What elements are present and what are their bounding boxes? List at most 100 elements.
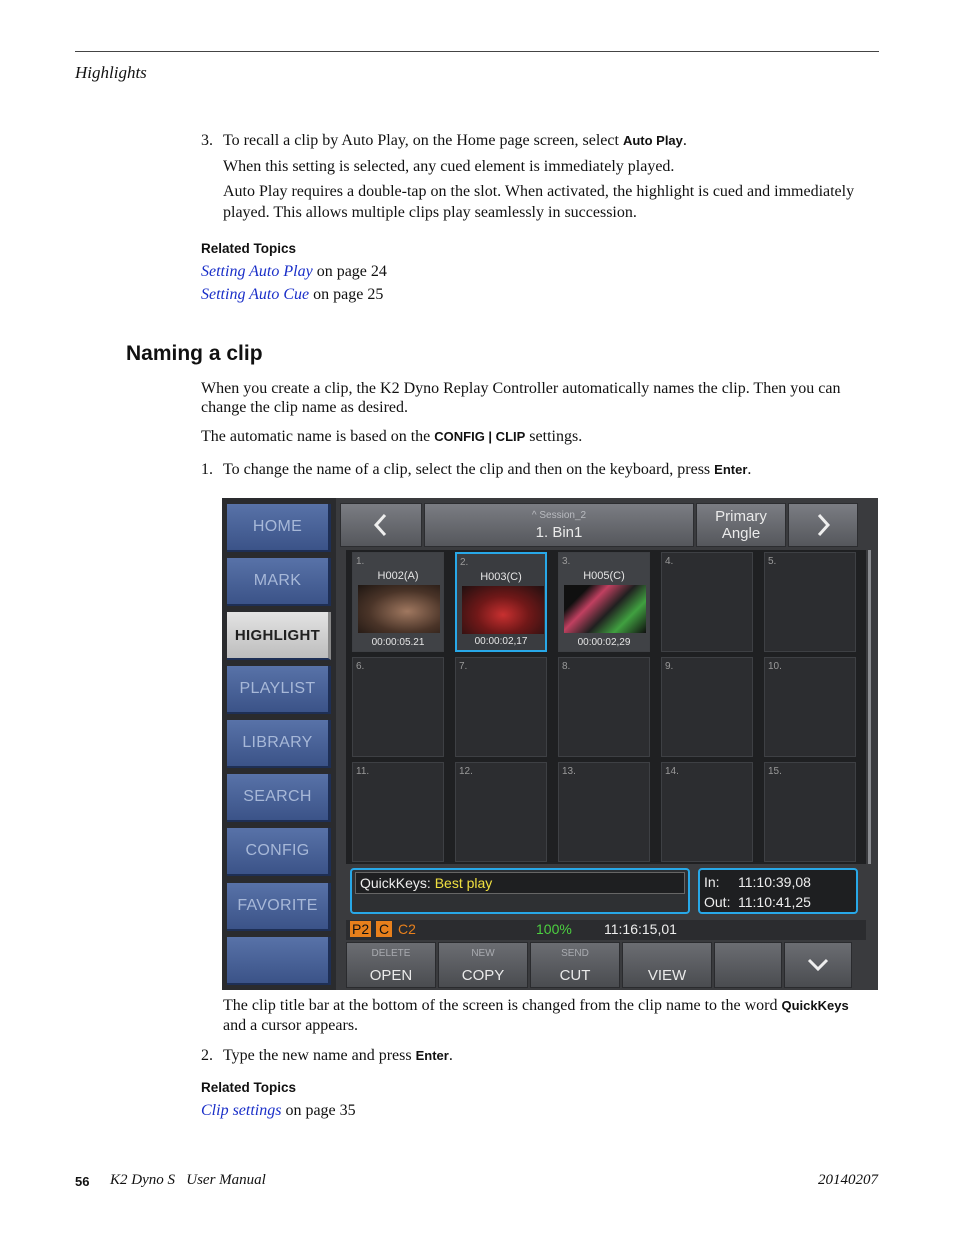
footer-title: K2 Dyno S User Manual [110,1172,266,1188]
grid-scrollbar[interactable] [868,550,871,864]
bin-title-button[interactable]: ^ Session_2 1. Bin1 [424,503,694,547]
button-label: CUT [559,967,591,984]
clip-slot-5[interactable]: 5. [764,552,856,652]
step-3-text-pre: To recall a clip by Auto Play, on the Ho… [223,132,623,149]
in-timecode: 11:10:39,08 [738,874,811,890]
next-bin-button[interactable] [788,503,858,547]
out-label: Out: [704,894,731,910]
intro-p2-post: settings. [525,428,583,445]
step-3-number: 3. [201,132,213,149]
clip-settings-link[interactable]: Clip settings [201,1102,281,1119]
clip-name: H005(C) [583,570,625,582]
view-button[interactable]: VIEW [622,942,712,988]
slot-number: 8. [562,661,571,672]
after-line-1-pre: The clip title bar at the bottom of the … [223,997,782,1014]
clip-slot-7[interactable]: 7. [455,657,547,757]
chevron-right-icon [817,513,831,537]
related-link-suffix: on page 35 [281,1102,356,1119]
nav-sidebar: HOME MARK HIGHLIGHT PLAYLIST LIBRARY SEA… [222,498,336,990]
section-heading: Naming a clip [126,342,263,365]
prev-bin-button[interactable] [340,503,422,547]
clip-duration: 00:00:02,17 [474,636,528,647]
intro-line-1: When you create a clip, the K2 Dyno Repl… [201,380,841,397]
step-1-text: To change the name of a clip, select the… [223,460,751,480]
step-1-text-pre: To change the name of a clip, select the… [223,461,715,478]
status-speed: 100% [536,921,572,937]
nav-playlist-button[interactable]: PLAYLIST [227,666,331,714]
clip-thumbnail [564,585,646,633]
step-1-text-post: . [747,461,752,478]
clip-slot-10[interactable]: 10. [764,657,856,757]
nav-home-button[interactable]: HOME [227,504,331,552]
clip-slot-3[interactable]: 3. H005(C) 00:00:02,29 [558,552,650,652]
angle-button[interactable]: Primary Angle [696,503,786,547]
blank-button[interactable] [714,942,782,988]
after-line-2: and a cursor appears. [223,1017,359,1034]
clip-slot-15[interactable]: 15. [764,762,856,862]
status-bar: P2 C C2 100% 11:16:15,01 [346,920,866,940]
nav-blank-button[interactable] [227,937,331,985]
enter-keyword: Enter [415,1048,449,1063]
clip-slot-6[interactable]: 6. [352,657,444,757]
slot-number: 5. [768,556,777,567]
setting-auto-cue-link[interactable]: Setting Auto Cue [201,286,309,303]
button-secondary-label: SEND [561,948,589,959]
clip-slot-2-selected[interactable]: 2. H003(C) 00:00:02,17 [455,552,547,652]
quickkeys-label: QuickKeys: [360,875,431,891]
slot-number: 3. [562,556,571,567]
related-link-suffix: on page 24 [312,263,387,280]
step-3-line-3b: played. This allows multiple clips play … [223,204,637,221]
step-2-text: Type the new name and press Enter. [223,1046,453,1066]
quickkeys-field[interactable]: QuickKeys: Best play [355,872,685,894]
setting-auto-play-link[interactable]: Setting Auto Play [201,263,313,280]
clip-name: H002(A) [377,570,419,582]
clip-duration: 00:00:05.21 [371,637,425,648]
clip-slot-8[interactable]: 8. [558,657,650,757]
clip-slot-4[interactable]: 4. [661,552,753,652]
slot-number: 4. [665,556,674,567]
session-label: ^ Session_2 [531,509,587,521]
footer-date: 20140207 [818,1172,878,1188]
quickkeys-value: Best play [434,875,493,891]
slot-number: 12. [459,766,473,777]
page-number: 56 [75,1174,90,1189]
in-out-panel: In: 11:10:39,08 Out: 11:10:41,25 [698,868,858,914]
nav-favorite-button[interactable]: FAVORITE [227,883,331,931]
clip-thumbnail [462,586,544,634]
status-timecode: 11:16:15,01 [604,921,677,937]
open-button[interactable]: DELETE OPEN [346,942,436,988]
clip-slot-13[interactable]: 13. [558,762,650,862]
clip-slot-14[interactable]: 14. [661,762,753,862]
slot-number: 13. [562,766,576,777]
status-c2: C2 [398,921,416,937]
nav-library-button[interactable]: LIBRARY [227,720,331,768]
button-label: OPEN [369,967,413,984]
nav-config-button[interactable]: CONFIG [227,828,331,876]
nav-highlight-button[interactable]: HIGHLIGHT [227,612,331,660]
button-label: VIEW [647,967,687,984]
in-label: In: [704,874,720,890]
step-2-number: 2. [201,1047,213,1064]
cut-button[interactable]: SEND CUT [530,942,620,988]
clip-slot-11[interactable]: 11. [352,762,444,862]
main-panel: ^ Session_2 1. Bin1 Primary Angle 1. H00… [336,498,878,990]
intro-paragraph-2: The automatic name is based on the CONFI… [201,427,582,447]
out-timecode: 11:10:41,25 [738,894,811,910]
clip-slot-1[interactable]: 1. H002(A) 00:00:05.21 [352,552,444,652]
clip-slot-12[interactable]: 12. [455,762,547,862]
chevron-left-icon [373,513,387,537]
chevron-down-icon [807,958,829,972]
step-2-text-pre: Type the new name and press [223,1047,416,1064]
auto-play-keyword: Auto Play [622,133,683,148]
nav-mark-button[interactable]: MARK [227,558,331,606]
step-3-line-3a: Auto Play requires a double-tap on the s… [223,183,855,200]
config-clip-keyword: CONFIG | CLIP [434,429,526,444]
nav-search-button[interactable]: SEARCH [227,774,331,822]
clip-slot-9[interactable]: 9. [661,657,753,757]
after-line-1: The clip title bar at the bottom of the … [223,996,849,1016]
copy-button[interactable]: NEW COPY [438,942,528,988]
button-secondary-label: NEW [471,948,495,959]
slot-number: 10. [768,661,782,672]
step-3-text: To recall a clip by Auto Play, on the Ho… [223,131,687,151]
more-button[interactable] [784,942,852,988]
